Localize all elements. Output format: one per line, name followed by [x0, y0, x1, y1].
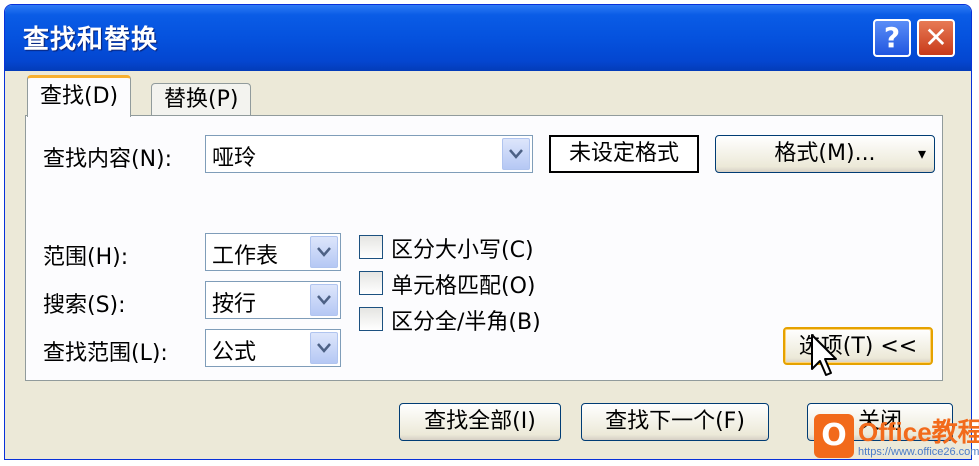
find-what-value: 哑玲 — [212, 146, 257, 171]
scope-select[interactable]: 工作表 — [205, 233, 341, 271]
watermark-url: https://www.office26.com — [858, 446, 979, 458]
look-in-value: 公式 — [212, 340, 257, 365]
match-byte-label[interactable]: 区分全/半角(B) — [391, 304, 541, 336]
watermark-logo: O Office教程网 https://www.office26.com — [814, 412, 979, 464]
find-all-button[interactable]: 查找全部(I) — [399, 403, 561, 441]
match-case-checkbox[interactable] — [359, 235, 383, 259]
watermark-brand: Office教程网 — [858, 417, 979, 447]
tab-replace[interactable]: 替换(P) — [151, 83, 252, 117]
format-preview: 未设定格式 — [549, 135, 699, 173]
search-label: 搜索(S): — [43, 293, 126, 318]
find-what-label: 查找内容(N): — [43, 147, 173, 172]
match-case-label[interactable]: 区分大小写(C) — [391, 232, 534, 264]
match-byte-checkbox[interactable] — [359, 307, 383, 331]
options-button[interactable]: 选项(T) << — [783, 327, 933, 365]
dropdown-arrow-icon: ▾ — [917, 144, 926, 163]
find-next-button[interactable]: 查找下一个(F) — [581, 403, 769, 441]
office-logo-icon: O — [814, 414, 854, 458]
close-window-button[interactable]: ✕ — [917, 19, 955, 57]
tab-find[interactable]: 查找(D) — [27, 75, 132, 117]
chevron-down-icon[interactable] — [310, 332, 338, 364]
scope-label: 范围(H): — [43, 245, 129, 270]
format-button-label: 格式(M)... — [774, 141, 876, 166]
look-in-label: 查找范围(L): — [43, 341, 168, 366]
look-in-select[interactable]: 公式 — [205, 329, 341, 367]
find-what-combobox[interactable]: 哑玲 — [205, 135, 533, 173]
format-button[interactable]: 格式(M)... ▾ — [715, 135, 935, 173]
help-button[interactable]: ? — [873, 19, 911, 57]
dialog-title: 查找和替换 — [23, 25, 159, 55]
search-select[interactable]: 按行 — [205, 281, 341, 319]
match-entire-cell-label[interactable]: 单元格匹配(O) — [391, 268, 535, 300]
mouse-cursor-icon — [811, 334, 837, 376]
match-entire-cell-checkbox[interactable] — [359, 271, 383, 295]
chevron-down-icon[interactable] — [310, 284, 338, 316]
scope-value: 工作表 — [212, 244, 279, 269]
search-value: 按行 — [212, 292, 257, 317]
chevron-down-icon[interactable] — [310, 236, 338, 268]
chevron-down-icon[interactable] — [502, 138, 530, 170]
title-bar[interactable]: 查找和替换 ? ✕ — [5, 5, 971, 71]
find-replace-dialog: 查找和替换 ? ✕ 查找(D) 替换(P) 查找内容(N): 哑玲 未设定格式 … — [4, 4, 972, 460]
